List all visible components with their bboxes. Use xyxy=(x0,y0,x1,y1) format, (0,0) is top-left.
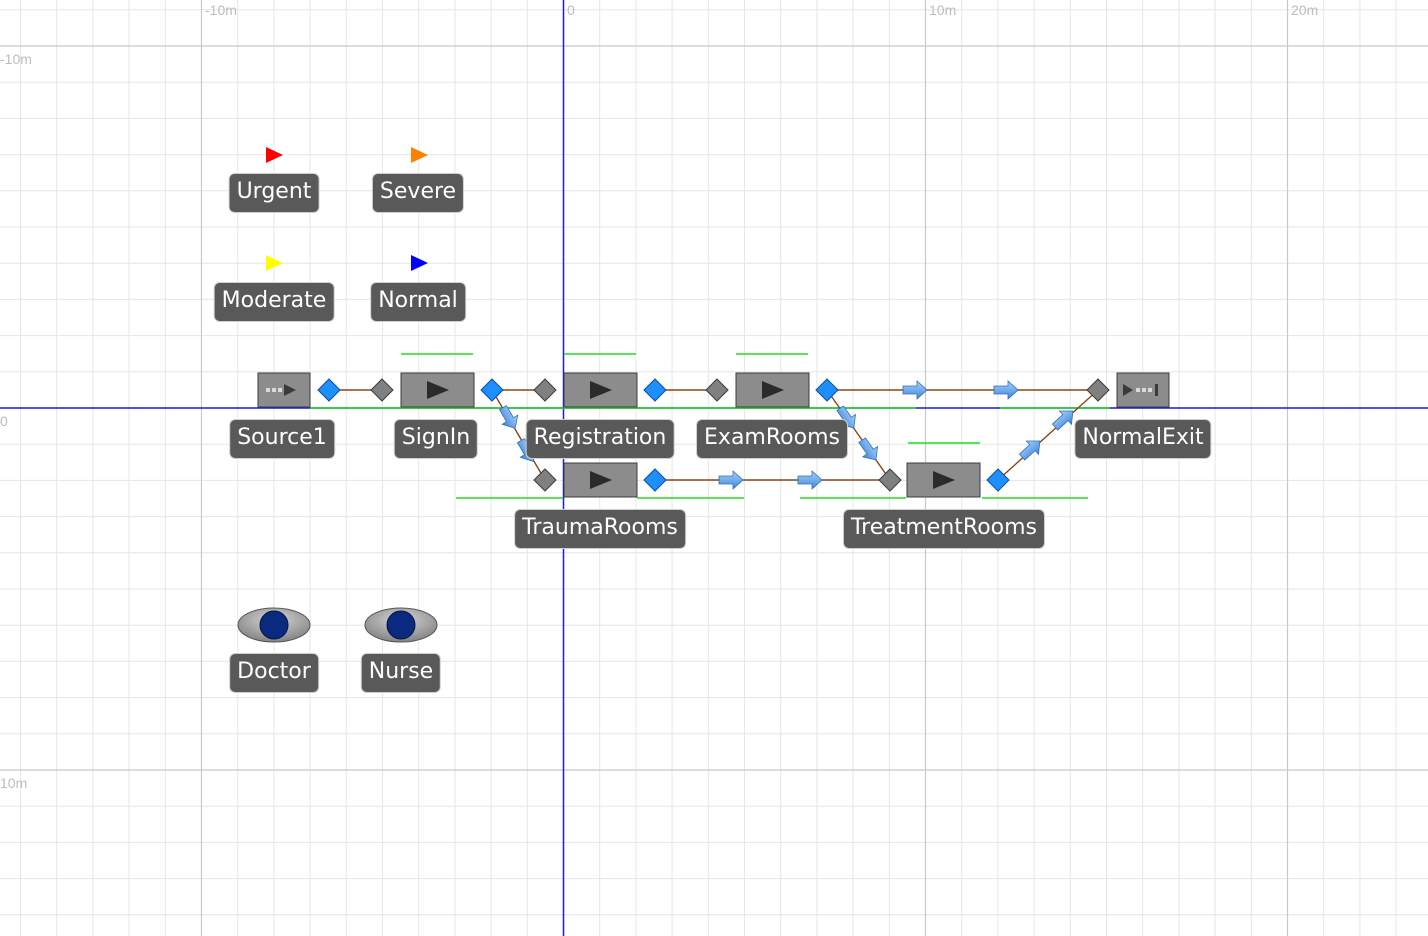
facility-canvas[interactable] xyxy=(0,0,1428,936)
registration-server[interactable] xyxy=(563,372,638,408)
normal-flag-icon[interactable] xyxy=(411,255,428,271)
doctor-eye-icon[interactable] xyxy=(237,607,311,643)
treatment-rooms-server[interactable] xyxy=(906,462,981,498)
nurse-eye-icon[interactable] xyxy=(364,607,438,643)
output-node[interactable] xyxy=(815,378,839,402)
nurse-label[interactable]: Nurse xyxy=(360,653,442,693)
ruler-x-label: 20m xyxy=(1291,2,1319,18)
ruler-y-label: 0 xyxy=(0,413,8,429)
input-node[interactable] xyxy=(705,378,729,402)
exam-rooms-label[interactable]: ExamRooms xyxy=(696,419,848,459)
direction-arrow-icon xyxy=(718,470,744,490)
ruler-x-label: -10m xyxy=(205,2,237,18)
input-node[interactable] xyxy=(878,468,902,492)
input-node[interactable] xyxy=(533,378,557,402)
moderate-flag-icon[interactable] xyxy=(266,255,283,271)
entity-label-urgent[interactable]: Urgent xyxy=(228,173,320,213)
direction-arrow-icon xyxy=(797,470,823,490)
urgent-flag-icon[interactable] xyxy=(266,147,283,163)
exam-rooms-server[interactable] xyxy=(735,372,810,408)
registration-label[interactable]: Registration xyxy=(525,419,675,459)
signin-server[interactable] xyxy=(400,372,475,408)
minor-grid xyxy=(0,0,1428,936)
treatment-rooms-label[interactable]: TreatmentRooms xyxy=(842,509,1046,549)
trauma-rooms-label[interactable]: TraumaRooms xyxy=(514,509,686,549)
ruler-y-label: -10m xyxy=(0,51,32,67)
input-node[interactable] xyxy=(370,378,394,402)
ruler-x-label: 0 xyxy=(567,2,575,18)
entity-label-moderate[interactable]: Moderate xyxy=(213,282,335,322)
direction-arrow-icon xyxy=(858,437,879,461)
entity-label-normal[interactable]: Normal xyxy=(370,282,466,322)
axes xyxy=(0,0,1428,936)
normal-exit-label[interactable]: NormalExit xyxy=(1074,419,1212,459)
ruler-x-label: 10m xyxy=(929,2,957,18)
source-label[interactable]: Source1 xyxy=(229,419,335,459)
doctor-label[interactable]: Doctor xyxy=(229,653,319,693)
output-node[interactable] xyxy=(480,378,504,402)
ruler-y-label: 10m xyxy=(0,775,28,791)
output-node[interactable] xyxy=(643,378,667,402)
output-node[interactable] xyxy=(317,378,341,402)
major-grid xyxy=(0,0,1428,936)
output-node[interactable] xyxy=(643,468,667,492)
input-node[interactable] xyxy=(533,468,557,492)
severe-flag-icon[interactable] xyxy=(411,147,428,163)
source-object[interactable] xyxy=(257,372,311,408)
trauma-rooms-server[interactable] xyxy=(563,462,638,498)
entity-label-severe[interactable]: Severe xyxy=(371,173,465,213)
signin-label[interactable]: SignIn xyxy=(393,419,479,459)
sink-object[interactable] xyxy=(1116,372,1170,408)
direction-arrow-icon xyxy=(902,380,928,400)
